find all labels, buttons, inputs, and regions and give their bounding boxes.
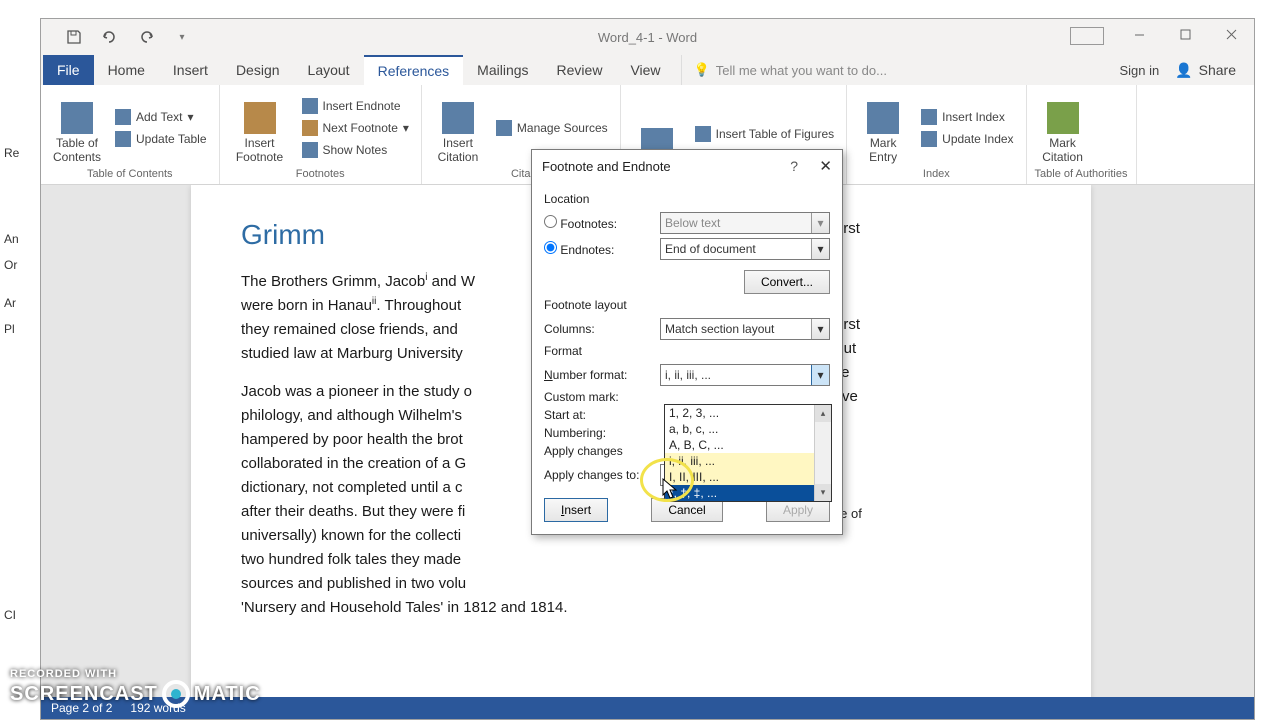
dialog-title-text: Footnote and Endnote <box>542 159 671 174</box>
watermark: RECORDED WITH SCREENCASTMATIC <box>10 668 261 708</box>
dd-item-upper-alpha[interactable]: A, B, C, ... <box>665 437 831 453</box>
label-startat: Start at: <box>544 408 652 422</box>
section-fnlayout: Footnote layout <box>544 298 830 312</box>
titlebar: ▾ Word_4-1 - Word <box>41 19 1254 55</box>
group-label-toa: Table of Authorities <box>1035 166 1128 182</box>
insert-tof-button[interactable]: Insert Table of Figures <box>691 124 839 144</box>
save-icon[interactable] <box>61 24 87 50</box>
lightbulb-icon: 💡 <box>694 62 710 78</box>
label-columns: Columns: <box>544 322 652 336</box>
share-icon: 👤 <box>1175 62 1192 79</box>
tab-design[interactable]: Design <box>222 55 294 85</box>
watermark-logo-icon <box>162 680 190 708</box>
tof-icon <box>695 126 711 142</box>
group-label-toc: Table of Contents <box>49 166 211 182</box>
add-text-button[interactable]: Add Text ▾ <box>111 107 211 127</box>
endnotes-location-combo[interactable]: End of document▾ <box>660 238 830 260</box>
sources-icon <box>496 120 512 136</box>
scroll-up-icon[interactable]: ▴ <box>815 405 831 422</box>
show-notes-button[interactable]: Show Notes <box>298 140 413 160</box>
signin-link[interactable]: Sign in <box>1119 63 1159 78</box>
word-window: ▾ Word_4-1 - Word File Home Insert Desig… <box>40 18 1255 720</box>
ribbon-tabs: File Home Insert Design Layout Reference… <box>41 55 1254 85</box>
label-numbering: Numbering: <box>544 426 652 440</box>
footnotes-location-combo: Below text▾ <box>660 212 830 234</box>
toc-icon <box>61 102 93 134</box>
section-format: Format <box>544 344 830 358</box>
columns-combo[interactable]: Match section layout▾ <box>660 318 830 340</box>
ribbon-display-options[interactable] <box>1070 27 1104 45</box>
footnote-endnote-dialog: Footnote and Endnote ? ✕ Location Footno… <box>531 149 843 535</box>
numberformat-dropdown[interactable]: 1, 2, 3, ... a, b, c, ... A, B, C, ... i… <box>664 404 832 502</box>
dd-item-lower-alpha[interactable]: a, b, c, ... <box>665 421 831 437</box>
citation-icon <box>442 102 474 134</box>
insert-footnote-button[interactable]: Insert Footnote <box>228 89 292 166</box>
minimize-button[interactable] <box>1116 19 1162 49</box>
refresh-icon <box>115 131 131 147</box>
redo-icon[interactable] <box>133 24 159 50</box>
tab-review[interactable]: Review <box>543 55 617 85</box>
tab-view[interactable]: View <box>616 55 674 85</box>
radio-endnotes-input[interactable] <box>544 241 557 254</box>
undo-icon[interactable] <box>97 24 123 50</box>
chevron-down-icon[interactable]: ▾ <box>811 319 829 339</box>
maximize-button[interactable] <box>1162 19 1208 49</box>
dd-item-upper-roman[interactable]: I, II, III, ... <box>665 469 831 485</box>
mark-entry-button[interactable]: Mark Entry <box>855 89 911 166</box>
insert-index-button[interactable]: Insert Index <box>917 107 1017 127</box>
dd-item-lower-roman[interactable]: i, ii, iii, ... <box>665 453 831 469</box>
tab-home[interactable]: Home <box>94 55 159 85</box>
section-location: Location <box>544 192 830 206</box>
chevron-down-icon: ▾ <box>811 213 829 233</box>
update-table-button[interactable]: Update Table <box>111 129 211 149</box>
convert-button[interactable]: Convert... <box>744 270 830 294</box>
tell-me-search[interactable]: 💡 Tell me what you want to do... <box>681 55 887 85</box>
footnote-icon <box>244 102 276 134</box>
update-index-icon <box>921 131 937 147</box>
chevron-down-icon[interactable]: ▾ <box>811 239 829 259</box>
chevron-down-icon[interactable]: ▾ <box>811 365 829 385</box>
radio-footnotes[interactable]: Footnotes: <box>544 215 652 231</box>
insert-button[interactable]: Insert <box>544 498 608 522</box>
left-cropped-strip: Re An Or Ar Pl CI <box>0 0 40 720</box>
dropdown-scrollbar[interactable]: ▴ ▾ <box>814 405 831 501</box>
show-notes-icon <box>302 142 318 158</box>
insert-endnote-button[interactable]: Insert Endnote <box>298 96 413 116</box>
dd-item-symbols[interactable]: *, †, ‡, ... <box>665 485 831 501</box>
label-custommark: Custom mark: <box>544 390 652 404</box>
mark-citation-button[interactable]: Mark Citation <box>1035 89 1091 166</box>
group-label-index: Index <box>855 166 1017 182</box>
update-index-button[interactable]: Update Index <box>917 129 1017 149</box>
tab-layout[interactable]: Layout <box>294 55 364 85</box>
plus-icon <box>115 109 131 125</box>
close-button[interactable] <box>1208 19 1254 49</box>
group-label-footnotes: Footnotes <box>228 166 413 182</box>
numberformat-combo[interactable]: i, ii, iii, ...▾ <box>660 364 830 386</box>
tab-insert[interactable]: Insert <box>159 55 222 85</box>
scroll-down-icon[interactable]: ▾ <box>815 484 831 501</box>
label-numberformat: Number format: <box>544 368 652 382</box>
tab-mailings[interactable]: Mailings <box>463 55 542 85</box>
mark-entry-icon <box>867 102 899 134</box>
manage-sources-button[interactable]: Manage Sources <box>492 118 612 138</box>
tab-references[interactable]: References <box>364 55 464 85</box>
qat-customize-icon[interactable]: ▾ <box>169 24 195 50</box>
dialog-help-button[interactable]: ? <box>790 158 798 174</box>
radio-endnotes[interactable]: Endnotes: <box>544 241 652 257</box>
dd-item-arabic[interactable]: 1, 2, 3, ... <box>665 405 831 421</box>
toc-button[interactable]: Table of Contents <box>49 89 105 166</box>
endnote-icon <box>302 98 318 114</box>
label-applyto: Apply changes to: <box>544 468 652 482</box>
radio-footnotes-input[interactable] <box>544 215 557 228</box>
share-button[interactable]: 👤 Share <box>1175 62 1236 79</box>
dialog-close-button[interactable]: ✕ <box>819 157 832 175</box>
insert-index-icon <box>921 109 937 125</box>
insert-citation-button[interactable]: Insert Citation <box>430 89 486 166</box>
dialog-titlebar[interactable]: Footnote and Endnote ? ✕ <box>532 150 842 182</box>
mark-citation-icon <box>1047 102 1079 134</box>
tab-file[interactable]: File <box>43 55 94 85</box>
next-footnote-button[interactable]: Next Footnote ▾ <box>298 118 413 138</box>
next-footnote-icon <box>302 120 318 136</box>
